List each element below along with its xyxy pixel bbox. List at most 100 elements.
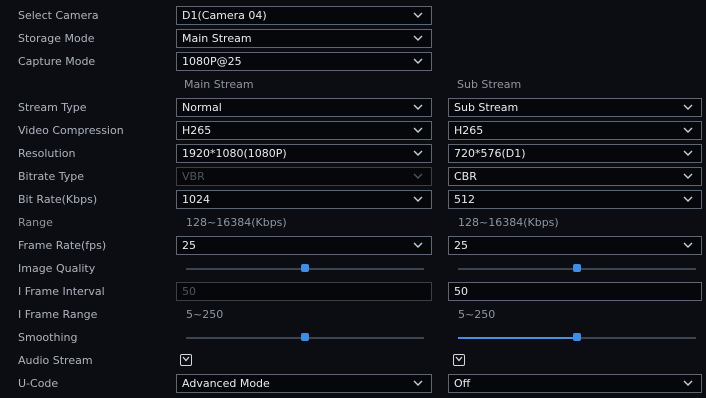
main-smoothing-slider[interactable]: [186, 333, 424, 341]
main-stream-header: Main Stream: [184, 78, 254, 91]
chevron-down-icon: [413, 35, 423, 41]
i-frame-range-row: I Frame Range 5~250 5~250: [0, 303, 706, 326]
sub-i-frame-interval-input[interactable]: 50: [448, 282, 702, 301]
main-bitrate-type-value: VBR: [182, 170, 205, 183]
chevron-down-icon: [683, 242, 693, 248]
audio-stream-label: Audio Stream: [18, 354, 93, 367]
sub-audio-stream-checkbox[interactable]: [453, 354, 465, 366]
range-label: Range: [18, 216, 53, 229]
chevron-down-icon: [683, 196, 693, 202]
sub-smoothing-slider[interactable]: [458, 333, 696, 341]
slider-handle[interactable]: [573, 264, 581, 272]
frame-rate-label: Frame Rate(fps): [18, 239, 107, 252]
chevron-down-icon: [683, 380, 693, 386]
sub-video-compression-dropdown[interactable]: H265: [448, 121, 702, 140]
sub-stream-header: Sub Stream: [457, 78, 522, 91]
sub-i-frame-interval-value: 50: [454, 285, 468, 298]
chevron-down-icon: [413, 173, 423, 179]
image-quality-label: Image Quality: [18, 262, 96, 275]
resolution-row: Resolution 1920*1080(1080P) 720*576(D1): [0, 142, 706, 165]
main-audio-stream-checkbox[interactable]: [180, 354, 192, 366]
capture-mode-dropdown[interactable]: 1080P@25: [176, 52, 432, 71]
sub-i-frame-range-value: 5~250: [458, 308, 496, 321]
checkbox-checked-icon: [455, 356, 463, 362]
sub-bitrate-type-dropdown[interactable]: CBR: [448, 167, 702, 186]
main-stream-type-dropdown[interactable]: Normal: [176, 98, 432, 117]
chevron-down-icon: [683, 150, 693, 156]
frame-rate-row: Frame Rate(fps) 25 25: [0, 234, 706, 257]
u-code-row: U-Code Advanced Mode Off: [0, 372, 706, 395]
sub-bitrate-type-value: CBR: [454, 170, 477, 183]
bitrate-type-row: Bitrate Type VBR CBR: [0, 165, 706, 188]
stream-type-row: Stream Type Normal Sub Stream: [0, 96, 706, 119]
i-frame-range-label: I Frame Range: [18, 308, 98, 321]
main-i-frame-range-value: 5~250: [186, 308, 224, 321]
main-i-frame-interval-value: 50: [182, 285, 196, 298]
main-resolution-dropdown[interactable]: 1920*1080(1080P): [176, 144, 432, 163]
main-stream-type-value: Normal: [182, 101, 222, 114]
column-header-row: Main Stream Sub Stream: [0, 73, 706, 96]
select-camera-row: Select Camera D1(Camera 04): [0, 4, 706, 27]
main-image-quality-slider[interactable]: [186, 264, 424, 272]
sub-resolution-value: 720*576(D1): [454, 147, 526, 160]
slider-handle[interactable]: [301, 333, 309, 341]
capture-mode-label: Capture Mode: [18, 55, 96, 68]
sub-stream-type-value: Sub Stream: [454, 101, 519, 114]
main-frame-rate-dropdown[interactable]: 25: [176, 236, 432, 255]
slider-handle[interactable]: [301, 264, 309, 272]
resolution-label: Resolution: [18, 147, 76, 160]
sub-resolution-dropdown[interactable]: 720*576(D1): [448, 144, 702, 163]
sub-u-code-value: Off: [454, 377, 471, 390]
storage-mode-label: Storage Mode: [18, 32, 95, 45]
sub-image-quality-slider[interactable]: [458, 264, 696, 272]
main-bit-rate-value: 1024: [182, 193, 210, 206]
main-bit-rate-dropdown[interactable]: 1024: [176, 190, 432, 209]
slider-fill: [458, 337, 577, 339]
sub-frame-rate-value: 25: [454, 239, 468, 252]
storage-mode-dropdown[interactable]: Main Stream: [176, 29, 432, 48]
i-frame-interval-row: I Frame Interval 50 50: [0, 280, 706, 303]
main-u-code-dropdown[interactable]: Advanced Mode: [176, 374, 432, 393]
chevron-down-icon: [413, 127, 423, 133]
main-video-compression-dropdown[interactable]: H265: [176, 121, 432, 140]
sub-stream-type-dropdown[interactable]: Sub Stream: [448, 98, 702, 117]
audio-stream-row: Audio Stream: [0, 349, 706, 372]
chevron-down-icon: [413, 196, 423, 202]
storage-mode-row: Storage Mode Main Stream: [0, 27, 706, 50]
storage-mode-value: Main Stream: [182, 32, 252, 45]
chevron-down-icon: [683, 173, 693, 179]
sub-range-value: 128~16384(Kbps): [458, 216, 559, 229]
chevron-down-icon: [413, 104, 423, 110]
video-compression-row: Video Compression H265 H265: [0, 119, 706, 142]
range-row: Range 128~16384(Kbps) 128~16384(Kbps): [0, 211, 706, 234]
select-camera-dropdown[interactable]: D1(Camera 04): [176, 6, 432, 25]
image-quality-row: Image Quality: [0, 257, 706, 280]
slider-handle[interactable]: [573, 333, 581, 341]
main-frame-rate-value: 25: [182, 239, 196, 252]
bitrate-type-label: Bitrate Type: [18, 170, 85, 183]
main-video-compression-value: H265: [182, 124, 212, 137]
chevron-down-icon: [413, 12, 423, 18]
sub-bit-rate-dropdown[interactable]: 512: [448, 190, 702, 209]
smoothing-label: Smoothing: [18, 331, 78, 344]
video-compression-label: Video Compression: [18, 124, 124, 137]
chevron-down-icon: [413, 242, 423, 248]
main-bitrate-type-dropdown: VBR: [176, 167, 432, 186]
chevron-down-icon: [683, 127, 693, 133]
bit-rate-row: Bit Rate(Kbps) 1024 512: [0, 188, 706, 211]
main-i-frame-interval-input: 50: [176, 282, 432, 301]
i-frame-interval-label: I Frame Interval: [18, 285, 105, 298]
stream-type-label: Stream Type: [18, 101, 87, 114]
u-code-label: U-Code: [18, 377, 59, 390]
main-range-value: 128~16384(Kbps): [186, 216, 287, 229]
sub-bit-rate-value: 512: [454, 193, 475, 206]
encoding-settings-panel: Select Camera D1(Camera 04) Storage Mode…: [0, 0, 706, 398]
capture-mode-row: Capture Mode 1080P@25: [0, 50, 706, 73]
bit-rate-label: Bit Rate(Kbps): [18, 193, 98, 206]
smoothing-row: Smoothing: [0, 326, 706, 349]
chevron-down-icon: [413, 150, 423, 156]
sub-frame-rate-dropdown[interactable]: 25: [448, 236, 702, 255]
checkbox-checked-icon: [182, 356, 190, 362]
select-camera-value: D1(Camera 04): [182, 9, 267, 22]
sub-u-code-dropdown[interactable]: Off: [448, 374, 702, 393]
